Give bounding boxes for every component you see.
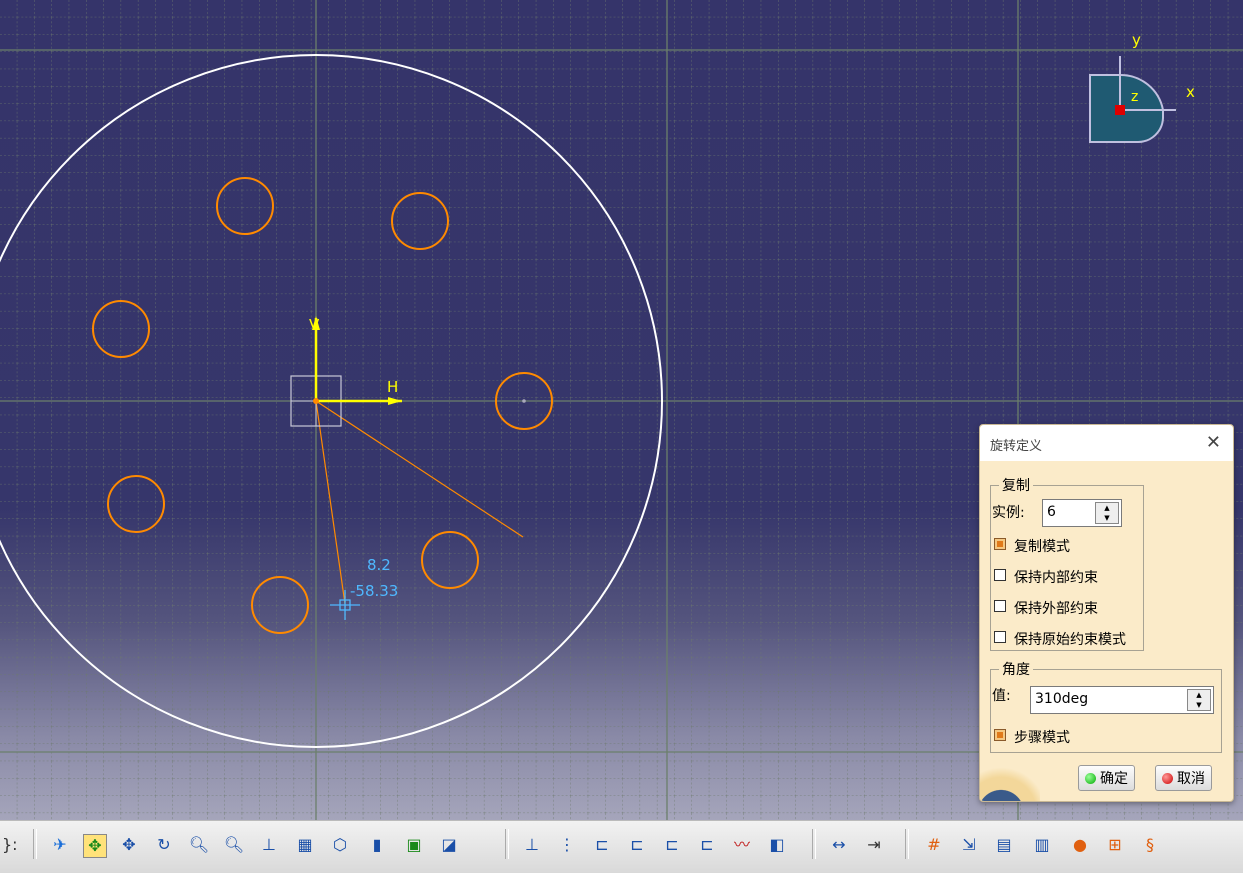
- exit-workbench-icon[interactable]: ⇥: [862, 833, 886, 857]
- step-mode-label: 步骤模式: [1014, 730, 1070, 746]
- instances-spin-arrows[interactable]: ▲ ▼: [1095, 502, 1119, 524]
- toolbar-left-fragment: }:: [2, 835, 18, 854]
- ok-green-dot-icon: [1085, 772, 1096, 784]
- hole-center-point: [522, 399, 526, 403]
- spin-down-icon[interactable]: ▼: [1188, 700, 1210, 710]
- keep-original-constraint-mode-checkbox[interactable]: [994, 631, 1006, 643]
- toolbar-separator: [505, 829, 509, 859]
- spin-up-icon[interactable]: ▲: [1096, 503, 1118, 513]
- cancel-button-label: 取消: [1177, 771, 1205, 787]
- cursor-coordinate-v: -58.33: [350, 582, 398, 600]
- contact-constraint-icon[interactable]: ⊏: [695, 833, 719, 857]
- spin-up-icon[interactable]: ▲: [1188, 690, 1210, 700]
- bottom-toolbar: }: ✈ ✥ ✥ ↻ 🔍︎ 🔍︎ ⊥ ▦ ⬡ ▮ ▣ ◪ ⊥ ⋮ ⊏ ⊏ ⊏ ⊏…: [0, 820, 1243, 873]
- toolbar-separator: [33, 829, 37, 859]
- copy-mode-label: 复制模式: [1014, 539, 1070, 555]
- constraint-icon[interactable]: ⊏: [660, 833, 684, 857]
- grid-icon[interactable]: #: [922, 833, 946, 857]
- fly-mode-icon[interactable]: ✈: [48, 833, 72, 857]
- swap-visible-space-icon[interactable]: ◪: [437, 833, 461, 857]
- hide-show-icon[interactable]: ▣: [402, 833, 426, 857]
- cancel-button[interactable]: 取消: [1155, 765, 1212, 791]
- profile-icon[interactable]: 〰: [730, 833, 754, 857]
- measure-icon[interactable]: ↔: [827, 833, 851, 857]
- close-icon[interactable]: ✕: [1206, 432, 1221, 453]
- cursor-coordinate-h: 8.2: [367, 556, 391, 574]
- toolbar-separator: [812, 829, 816, 859]
- diagnostic-icon[interactable]: ●: [1068, 833, 1092, 857]
- toolbar-separator: [905, 829, 909, 859]
- dialog-titlebar[interactable]: 旋转定义 ✕: [980, 425, 1233, 461]
- axis-h-label: H: [387, 378, 398, 396]
- geometric-constraints-icon[interactable]: ⊏: [590, 833, 614, 857]
- construction-element-icon[interactable]: ⋮: [555, 833, 579, 857]
- angle-value-label: 值:: [992, 688, 1011, 704]
- iso-view-icon[interactable]: ⬡: [328, 833, 352, 857]
- zoom-in-icon[interactable]: 🔍︎: [187, 833, 211, 857]
- keep-external-constraints-checkbox[interactable]: [994, 600, 1006, 612]
- ok-button[interactable]: 确定: [1078, 765, 1135, 791]
- catia-logo-icon: [980, 761, 1040, 801]
- fit-all-icon[interactable]: ✥: [83, 834, 107, 858]
- snap-to-point-icon[interactable]: ⊥: [520, 833, 544, 857]
- zoom-out-icon[interactable]: 🔍︎: [222, 833, 246, 857]
- ok-button-label: 确定: [1100, 771, 1128, 787]
- multi-view-icon[interactable]: ▦: [293, 833, 317, 857]
- instances-value: 6: [1047, 504, 1056, 520]
- spin-down-icon[interactable]: ▼: [1096, 513, 1118, 523]
- rotation-definition-dialog: 旋转定义 ✕ 复制 实例: 6 ▲ ▼ 复制模式 保持内部约束 保持外部约束 保…: [979, 424, 1234, 802]
- instances-label: 实例:: [992, 505, 1025, 521]
- keep-internal-constraints-label: 保持内部约束: [1014, 570, 1098, 586]
- angle-value: 310deg: [1035, 691, 1089, 707]
- visualization-icon[interactable]: ▥: [1030, 833, 1054, 857]
- keep-internal-constraints-checkbox[interactable]: [994, 569, 1006, 581]
- cancel-red-dot-icon: [1162, 772, 1173, 784]
- keep-external-constraints-label: 保持外部约束: [1014, 601, 1098, 617]
- axis-v-label: V: [309, 316, 320, 334]
- cut-part-icon[interactable]: ▤: [992, 833, 1016, 857]
- copy-group-legend: 复制: [1002, 478, 1030, 494]
- compass-y-label: y: [1132, 31, 1141, 49]
- compass-z-label: z: [1131, 89, 1138, 105]
- angle-group-legend: 角度: [1002, 662, 1030, 678]
- pan-icon[interactable]: ✥: [117, 833, 141, 857]
- copy-mode-checkbox[interactable]: [994, 538, 1006, 550]
- visual-constraint-icon[interactable]: §: [1138, 833, 1162, 857]
- normal-view-icon[interactable]: ⊥: [257, 833, 281, 857]
- angle-spin-arrows[interactable]: ▲ ▼: [1187, 689, 1211, 711]
- keep-original-constraint-mode-label: 保持原始约束模式: [1014, 632, 1126, 648]
- dimensional-constraints-icon[interactable]: ⊏: [625, 833, 649, 857]
- dimension-icon[interactable]: ⊞: [1103, 833, 1127, 857]
- dialog-title: 旋转定义: [990, 439, 1043, 454]
- angle-value-spinner[interactable]: 310deg ▲ ▼: [1030, 686, 1214, 714]
- snap-icon[interactable]: ⇲: [957, 833, 981, 857]
- sketch-analysis-icon[interactable]: ◧: [765, 833, 789, 857]
- shading-icon[interactable]: ▮: [365, 833, 389, 857]
- compass-x-label: x: [1186, 83, 1195, 101]
- rotate-icon[interactable]: ↻: [152, 833, 176, 857]
- step-mode-checkbox[interactable]: [994, 729, 1006, 741]
- instances-spinner[interactable]: 6 ▲ ▼: [1042, 499, 1122, 527]
